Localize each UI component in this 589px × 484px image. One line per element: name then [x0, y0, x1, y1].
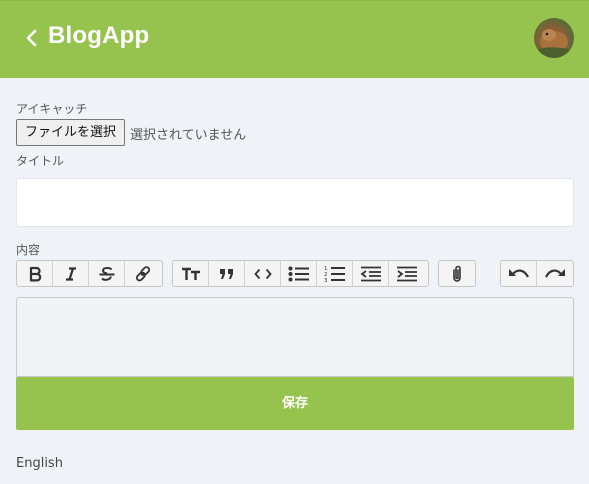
heading-icon — [181, 267, 200, 280]
user-avatar[interactable] — [534, 18, 574, 58]
bullet-list-icon — [288, 266, 309, 281]
numbered-list-button[interactable]: 1 2 3 — [317, 261, 353, 286]
toolbar-file-tools — [438, 260, 476, 287]
strikethrough-button[interactable] — [89, 261, 125, 286]
toolbar-text-tools — [16, 260, 163, 287]
link-icon — [135, 265, 151, 281]
code-icon — [253, 268, 272, 279]
attach-button[interactable] — [439, 261, 475, 286]
quote-button[interactable] — [209, 261, 245, 286]
file-select-button[interactable]: ファイルを選択 — [16, 119, 125, 146]
numbered-list-icon: 1 2 3 — [324, 266, 345, 283]
code-button[interactable] — [245, 261, 281, 286]
app-header: BlogApp — [0, 0, 589, 78]
content-editor[interactable] — [16, 297, 574, 377]
redo-button[interactable] — [537, 261, 573, 286]
quote-icon — [219, 268, 233, 279]
save-button[interactable]: 保存 — [16, 377, 574, 430]
content-label: 内容 — [16, 243, 41, 257]
link-button[interactable] — [125, 261, 161, 286]
redo-icon — [545, 268, 565, 278]
language-switch-link[interactable]: English — [16, 456, 63, 471]
outdent-button[interactable] — [353, 261, 389, 286]
indent-icon — [397, 266, 417, 281]
heading-button[interactable] — [173, 261, 209, 286]
chevron-left-icon[interactable] — [24, 27, 40, 49]
attach-icon — [453, 265, 461, 282]
bold-button[interactable] — [17, 261, 53, 286]
italic-button[interactable] — [53, 261, 89, 286]
bullet-list-button[interactable] — [281, 261, 317, 286]
title-input[interactable] — [16, 178, 574, 227]
toolbar-history-tools — [500, 260, 574, 287]
undo-icon — [508, 268, 529, 278]
italic-icon — [65, 266, 76, 281]
title-label: タイトル — [16, 154, 65, 168]
toolbar-block-tools: 1 2 3 — [172, 260, 429, 287]
eyecatch-label: アイキャッチ — [16, 102, 88, 116]
bold-icon — [29, 266, 41, 281]
app-title[interactable]: BlogApp — [48, 22, 149, 50]
file-status-text: 選択されていません — [130, 128, 247, 143]
strikethrough-icon — [99, 266, 114, 281]
undo-button[interactable] — [501, 261, 537, 286]
indent-button[interactable] — [389, 261, 425, 286]
svg-text:3: 3 — [324, 278, 328, 283]
outdent-icon — [360, 266, 381, 281]
